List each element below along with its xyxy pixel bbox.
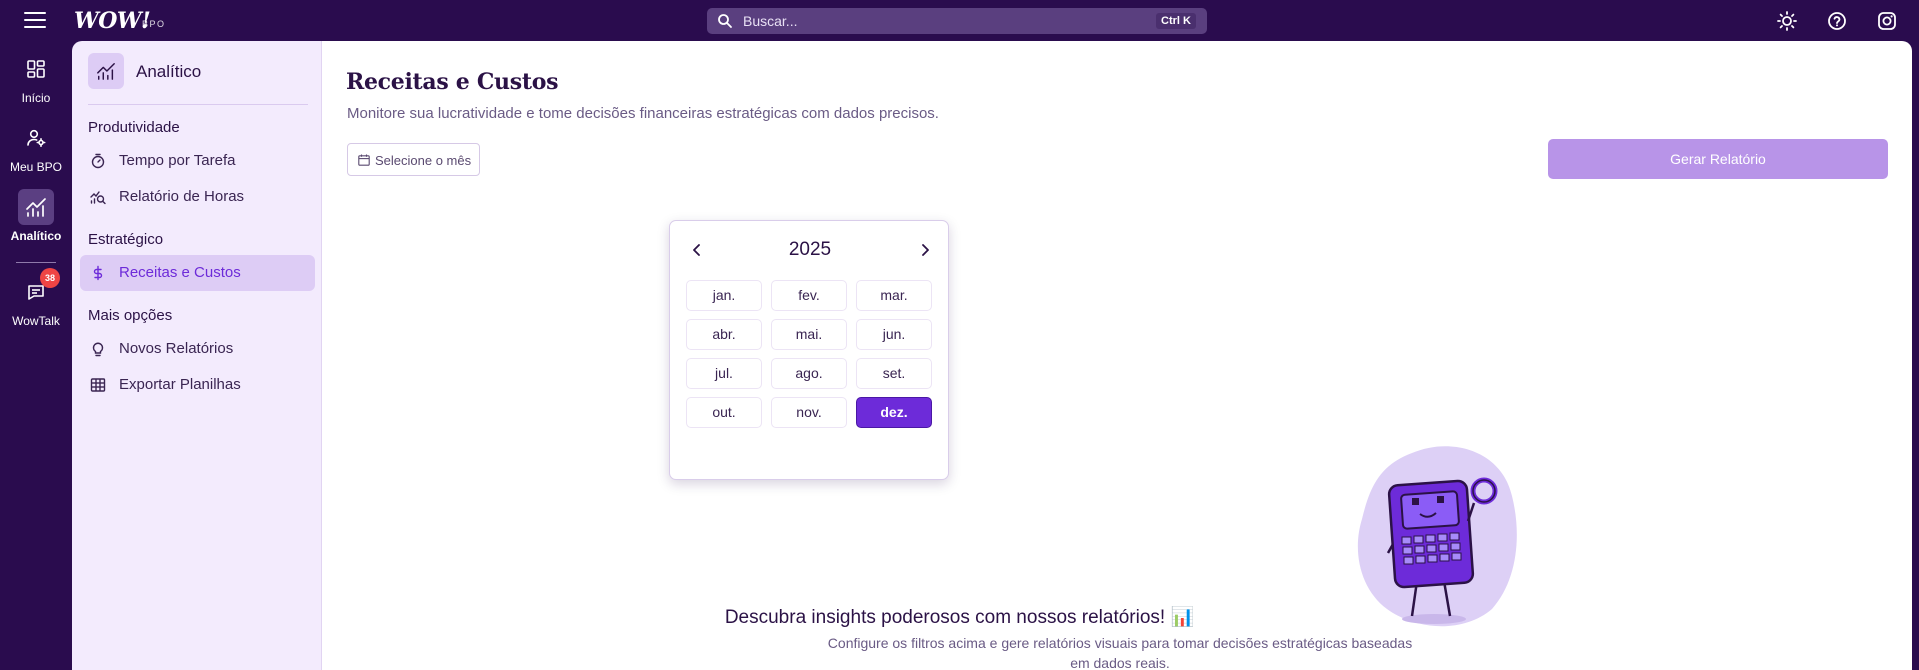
month-select-label: Selecione o mês <box>375 153 472 168</box>
sidebar-item-label: Exportar Planilhas <box>119 376 241 393</box>
sidebar-item-exportar-planilhas[interactable]: Exportar Planilhas <box>80 367 315 403</box>
sun-icon[interactable] <box>1776 10 1798 32</box>
month-apr[interactable]: abr. <box>686 319 762 350</box>
main-content: Receitas e Custos Monitore sua lucrativi… <box>322 41 1912 670</box>
sidebar-item-relatorio-de-horas[interactable]: Relatório de Horas <box>80 179 315 215</box>
month-sep[interactable]: set. <box>856 358 932 389</box>
picker-year: 2025 <box>788 239 832 260</box>
chat-icon: 38 <box>18 268 60 310</box>
rail-label: Início <box>21 91 51 105</box>
empty-state-title: Descubra insights poderosos com nossos r… <box>724 607 1195 628</box>
search-chart-icon <box>90 191 106 205</box>
sidebar-item-label: Receitas e Custos <box>119 264 241 281</box>
logo: WOW! <box>74 8 151 34</box>
help-icon[interactable] <box>1826 10 1848 32</box>
month-feb[interactable]: fev. <box>771 280 847 311</box>
rail-label: Analítico <box>10 229 62 243</box>
rail-label: WowTalk <box>12 314 60 328</box>
menu-icon[interactable] <box>24 12 46 30</box>
sidebar-item-label: Tempo por Tarefa <box>119 152 236 169</box>
rail-item-analitico[interactable]: Analítico <box>0 189 72 243</box>
month-select-button[interactable]: Selecione o mês <box>347 143 480 176</box>
month-jan[interactable]: jan. <box>686 280 762 311</box>
generate-report-button[interactable]: Gerar Relatório <box>1548 139 1888 179</box>
dollar-icon <box>93 265 103 281</box>
rail-item-wowtalk[interactable]: 38 WowTalk <box>0 268 72 328</box>
sidebar-item-receitas-e-custos[interactable]: Receitas e Custos <box>80 255 315 291</box>
rail-item-meu-bpo[interactable]: Meu BPO <box>0 120 72 174</box>
table-icon <box>90 378 106 392</box>
calculator-illustration <box>1357 446 1517 627</box>
page-subtitle: Monitore sua lucratividade e tome decisõ… <box>347 105 939 122</box>
calendar-icon <box>358 154 370 166</box>
notification-badge: 38 <box>40 268 60 288</box>
month-aug[interactable]: ago. <box>771 358 847 389</box>
month-nov[interactable]: nov. <box>771 397 847 428</box>
section-title-estrategico: Estratégico <box>88 231 164 248</box>
shortcut-badge: Ctrl K <box>1156 13 1196 29</box>
search-input[interactable] <box>743 12 1123 30</box>
sidebar-title: Analítico <box>136 62 202 81</box>
logo-subtitle: BPO <box>142 19 166 29</box>
grid-icon <box>18 51 54 87</box>
rail-divider <box>16 262 56 263</box>
chevron-right-icon[interactable] <box>915 240 935 260</box>
month-dec[interactable]: dez. <box>856 397 932 428</box>
rail-item-inicio[interactable]: Início <box>0 51 72 105</box>
month-picker: 2025 jan. fev. mar. abr. mai. jun. jul. … <box>669 220 949 480</box>
empty-state-subtitle: Configure os filtros acima e gere relató… <box>827 635 1413 670</box>
sidebar-header: Analítico <box>88 53 308 105</box>
analytics-sidebar: Analítico Produtividade Tempo por Tarefa… <box>72 41 322 670</box>
rail-label: Meu BPO <box>9 160 63 174</box>
main-rail: Início Meu BPO Analítico 38 WowTalk <box>0 41 72 670</box>
search-icon <box>718 14 732 28</box>
section-title-produtividade: Produtividade <box>88 119 180 136</box>
top-bar: WOW! BPO Ctrl K <box>0 0 1919 41</box>
chart-icon <box>18 189 54 225</box>
search-bar[interactable]: Ctrl K <box>707 8 1207 34</box>
timer-icon <box>91 153 105 169</box>
lightbulb-icon <box>92 342 104 357</box>
month-jul[interactable]: jul. <box>686 358 762 389</box>
month-may[interactable]: mai. <box>771 319 847 350</box>
sidebar-item-novos-relatorios[interactable]: Novos Relatórios <box>80 331 315 367</box>
sidebar-item-label: Relatório de Horas <box>119 188 245 205</box>
sidebar-item-label: Novos Relatórios <box>119 340 234 357</box>
sidebar-item-tempo-por-tarefa[interactable]: Tempo por Tarefa <box>80 143 315 179</box>
chart-icon <box>88 53 124 89</box>
section-title-mais-opcoes: Mais opções <box>88 307 173 324</box>
user-settings-icon <box>18 120 54 156</box>
month-oct[interactable]: out. <box>686 397 762 428</box>
month-jun[interactable]: jun. <box>856 319 932 350</box>
month-mar[interactable]: mar. <box>856 280 932 311</box>
page-title: Receitas e Custos <box>346 69 559 95</box>
instagram-icon[interactable] <box>1876 10 1898 32</box>
